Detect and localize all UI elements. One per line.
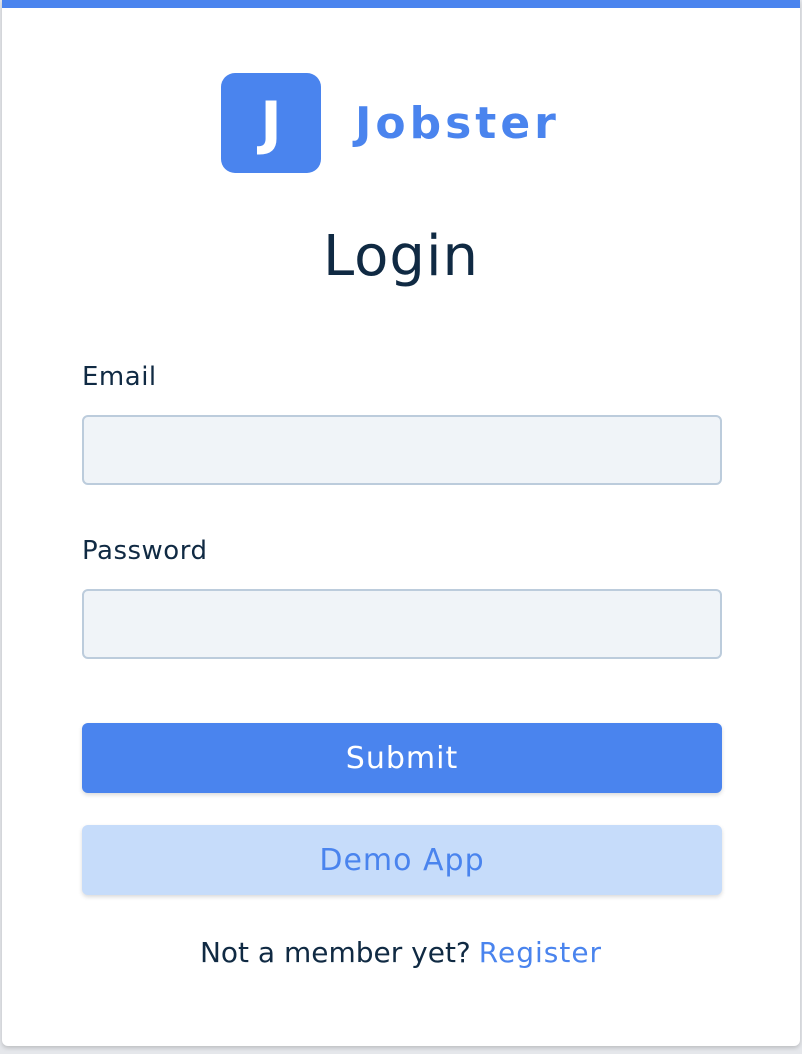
page-title: Login — [322, 224, 480, 289]
password-input[interactable] — [82, 589, 722, 659]
password-label: Password — [82, 536, 208, 566]
submit-button[interactable]: Submit — [82, 723, 722, 793]
logo-text: Jobster — [355, 97, 560, 149]
email-label: Email — [82, 362, 157, 392]
logo: J Jobster — [221, 73, 560, 173]
logo-mark-icon: J — [221, 73, 321, 173]
demo-app-button[interactable]: Demo App — [82, 825, 722, 895]
register-link[interactable]: Register — [479, 936, 602, 969]
register-prompt-text: Not a member yet? — [199, 936, 471, 969]
login-card: J Jobster Login Email Password Submit De… — [2, 0, 800, 1046]
email-input[interactable] — [82, 415, 722, 485]
register-prompt: Not a member yet? Register — [2, 936, 800, 969]
